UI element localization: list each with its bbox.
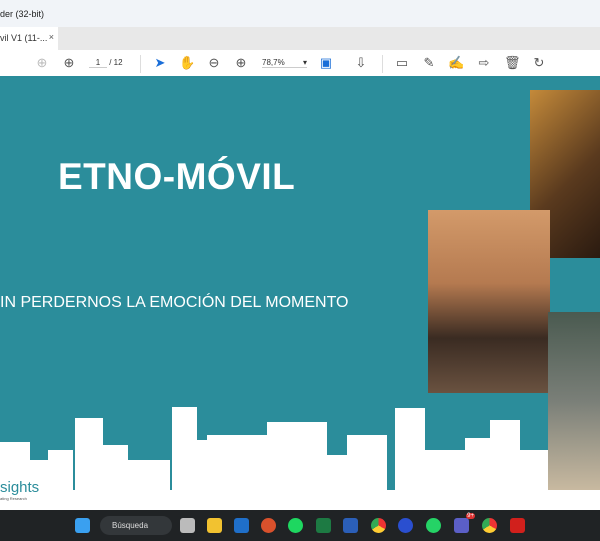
previous-page-icon[interactable]: ⊕ <box>34 56 50 70</box>
file-explorer-icon[interactable] <box>207 518 222 533</box>
chrome-profile-icon[interactable] <box>482 518 497 533</box>
rotate-icon[interactable]: ↻ <box>531 56 547 70</box>
fit-page-icon[interactable]: ▣ <box>318 56 334 70</box>
powerpoint-icon[interactable] <box>261 518 276 533</box>
excel-icon[interactable] <box>316 518 331 533</box>
page-input[interactable]: 1 <box>89 58 107 68</box>
tab-bar: vil V1 (11-... × <box>0 27 600 50</box>
divider <box>382 55 383 73</box>
share-icon[interactable]: ⇨ <box>476 56 492 70</box>
window-title-bar: der (32-bit) <box>0 0 600 27</box>
page-navigator: 1 / 12 <box>89 58 123 68</box>
highlight-pen-icon[interactable]: ✎ <box>421 56 437 70</box>
company-logo: sights ating Research <box>0 479 40 501</box>
tab-label: vil V1 (11-... <box>0 33 48 43</box>
slide-subtitle: IN PERDERNOS LA EMOCIÓN DEL MOMENTO <box>0 294 349 311</box>
sign-icon[interactable]: ✍ <box>448 56 464 70</box>
taskbar: Búsqueda 9+ <box>0 510 600 541</box>
comment-icon[interactable]: ▭ <box>394 56 410 70</box>
acrobat-icon[interactable] <box>510 518 525 533</box>
zoom-value: 78,7% <box>262 58 285 67</box>
slide-title: ETNO-MÓVIL <box>58 156 296 197</box>
chevron-down-icon: ▾ <box>302 58 307 67</box>
teams-icon[interactable]: 9+ <box>454 513 475 533</box>
outlook-icon[interactable] <box>234 518 249 533</box>
spotify-icon[interactable] <box>288 518 303 533</box>
task-view-icon[interactable] <box>180 518 195 533</box>
taskbar-search[interactable]: Búsqueda <box>100 516 172 535</box>
zoom-in-icon[interactable]: ⊕ <box>233 56 249 70</box>
trash-icon[interactable]: 🗑 <box>504 56 521 70</box>
slide: ETNO-MÓVIL IN PERDERNOS LA EMOCIÓN DEL M… <box>0 78 600 510</box>
whatsapp-icon[interactable] <box>426 518 441 533</box>
hand-tool-icon[interactable]: ✋ <box>179 56 195 70</box>
photo-boy-sitting <box>428 210 550 393</box>
search-label: Búsqueda <box>112 521 149 530</box>
page-total: / 12 <box>109 58 123 67</box>
document-tab[interactable]: vil V1 (11-... × <box>0 27 58 50</box>
slide-footer <box>0 490 600 510</box>
next-page-icon[interactable]: ⊕ <box>61 56 77 70</box>
zoom-out-icon[interactable]: ⊖ <box>206 56 222 70</box>
chrome-icon[interactable] <box>371 518 386 533</box>
city-skyline <box>0 403 548 490</box>
webex-icon[interactable] <box>398 518 413 533</box>
select-cursor-icon[interactable]: ➤ <box>152 56 168 70</box>
close-tab-icon[interactable]: × <box>49 32 54 42</box>
zoom-select[interactable]: 78,7% ▾ <box>262 58 307 68</box>
window-title: der (32-bit) <box>0 9 45 19</box>
toolbar: ⊕ ⊕ 1 / 12 ➤ ✋ ⊖ ⊕ 78,7% ▾ ▣ ⇩ ▭ ✎ ✍ ⇨ 🗑… <box>0 50 600 78</box>
photo-street <box>548 312 600 490</box>
divider <box>140 55 141 73</box>
teams-badge: 9+ <box>466 513 475 519</box>
windows-start-icon[interactable] <box>75 518 90 533</box>
scroll-mode-icon[interactable]: ⇩ <box>353 56 369 70</box>
word-icon[interactable] <box>343 518 358 533</box>
